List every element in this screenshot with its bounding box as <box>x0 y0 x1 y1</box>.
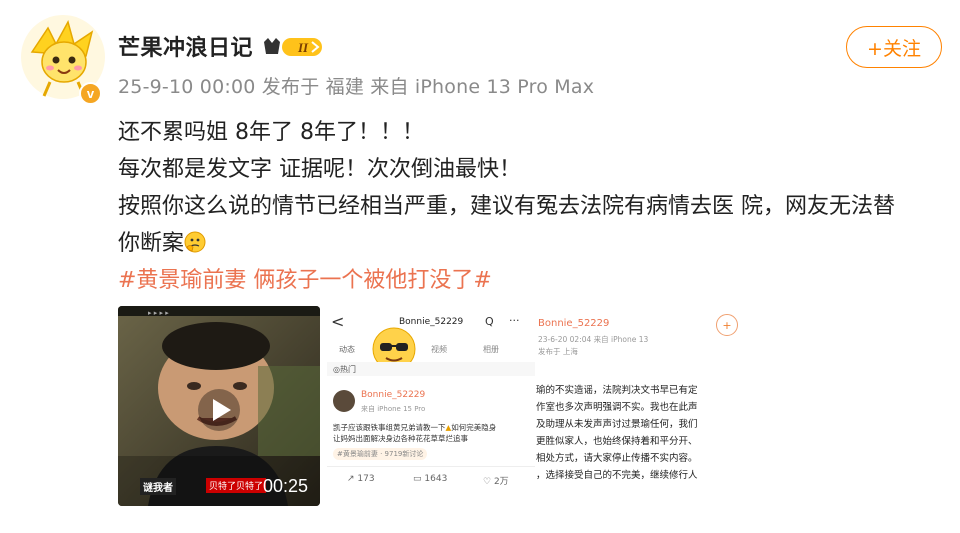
content-line-text: 你断案 <box>118 231 185 256</box>
screenshot-text: 凯子应该跟铁事组黄兄弟请教一下▲如何完美隐身 <box>333 422 496 433</box>
post-meta: 25-9-10 00:00 发布于 福建 来自 iPhone 13 Pro Ma… <box>118 76 595 98</box>
tab-video: 视频 <box>431 345 447 354</box>
svg-text:▸ ▸ ▸ ▸: ▸ ▸ ▸ ▸ <box>148 309 169 317</box>
content-line-with-emoji: 你断案 <box>118 225 938 262</box>
screenshot-author: Bonnie_52229 <box>361 390 426 400</box>
repost-icon: ↗ <box>347 474 355 484</box>
screenshot2-line: 相处方式，请大家停止传播不实内容。 <box>536 453 698 464</box>
screenshot-topic: #黄景瑜前妻 · 9719新讨论 <box>333 448 428 460</box>
back-icon: < <box>331 312 345 331</box>
search-icon: Q <box>485 315 494 328</box>
screenshot-text-part: 凯子应该跟铁事组黄兄弟请教一下 <box>333 423 446 432</box>
content-line: 按照你这么说的情节已经相当严重，建议有冤去法院有病情去医 院，网友无法替 <box>118 194 895 219</box>
screenshot2-line: ，选择接受自己的不完美，继续修行人 <box>536 470 698 481</box>
screenshot2-time: 23-6-20 02:04 来自 iPhone 13 <box>538 335 649 344</box>
screenshot2-location: 发布于 上海 <box>538 347 578 356</box>
level-text: II <box>297 40 309 55</box>
follow-button[interactable]: +关注 <box>846 26 942 68</box>
screenshot2-follow-icon: + <box>716 314 738 336</box>
video-duration: 00:25 <box>262 476 308 496</box>
hot-label: ◎热门 <box>333 365 356 374</box>
thinking-emoji-icon <box>184 231 206 253</box>
screenshot-text-part: 如何完美隐身 <box>451 423 497 432</box>
comment-count-text: 1643 <box>424 474 448 484</box>
screenshot-source: 来自 iPhone 15 Pro <box>361 405 426 413</box>
like-icon: ♡ <box>483 477 492 487</box>
repost-count: ↗ 173 <box>347 474 375 484</box>
repost-count-text: 173 <box>357 474 375 484</box>
verified-badge-icon: v <box>79 82 102 105</box>
tab-dynamic: 动态 <box>339 345 355 354</box>
hashtag-link[interactable]: #黄景瑜前妻 俩孩子一个被他打没了# <box>118 262 938 299</box>
post-content: 还不累吗姐 8年了 8年了！！！ 每次都是发文字 证据呢！次次倒油最快！ 按照你… <box>118 114 938 299</box>
level-badge-icon: II <box>264 38 322 56</box>
username[interactable]: 芒果冲浪日记 <box>118 30 253 62</box>
image-screenshot-post[interactable]: Bonnie_52229 23-6-20 02:04 来自 iPhone 13 … <box>536 306 740 506</box>
like-count-text: 2万 <box>493 477 509 487</box>
content-line: 还不累吗姐 8年了 8年了！！！ <box>118 120 424 145</box>
comment-icon: ▭ <box>413 474 422 484</box>
screenshot2-line: 作室也多次声明强调不实。我也在此声 <box>536 402 698 413</box>
screenshot2-author: Bonnie_52229 <box>538 318 610 329</box>
video-logo: 谜我者 <box>140 478 176 495</box>
author-avatar <box>333 390 355 412</box>
video-thumbnail[interactable]: ▸ ▸ ▸ ▸ 谜我者 贝特了贝特了 00:25 <box>118 306 320 506</box>
screenshot2-line: 及助理从未发声声讨过景瑜任何，我们 <box>536 419 698 430</box>
tab-album: 相册 <box>483 345 499 354</box>
image-screenshot-profile[interactable]: < Bonnie_52229 Q ··· 动态 视频 相册 ◎热门 Bonnie… <box>327 306 535 506</box>
screenshot2-line: 瑜的不实造谣，法院判决文书早已有定 <box>536 385 698 396</box>
more-icon: ··· <box>509 314 520 327</box>
screenshot-text-line2: 让妈妈出面解决身边各种花花草草烂追事 <box>333 434 468 443</box>
content-line: 每次都是发文字 证据呢！次次倒油最快！ <box>118 157 521 182</box>
screenshot2-body: 瑜的不实造谣，法院判决文书早已有定 作室也多次声明强调不实。我也在此声 及助理从… <box>536 382 698 484</box>
comment-count: ▭ 1643 <box>413 474 447 484</box>
video-caption: 贝特了贝特了 <box>206 478 267 493</box>
screenshot2-line: 更胜似家人，也始终保持着和平分开、 <box>536 436 698 447</box>
play-icon[interactable] <box>197 388 241 432</box>
like-count: ♡ 2万 <box>483 474 509 487</box>
